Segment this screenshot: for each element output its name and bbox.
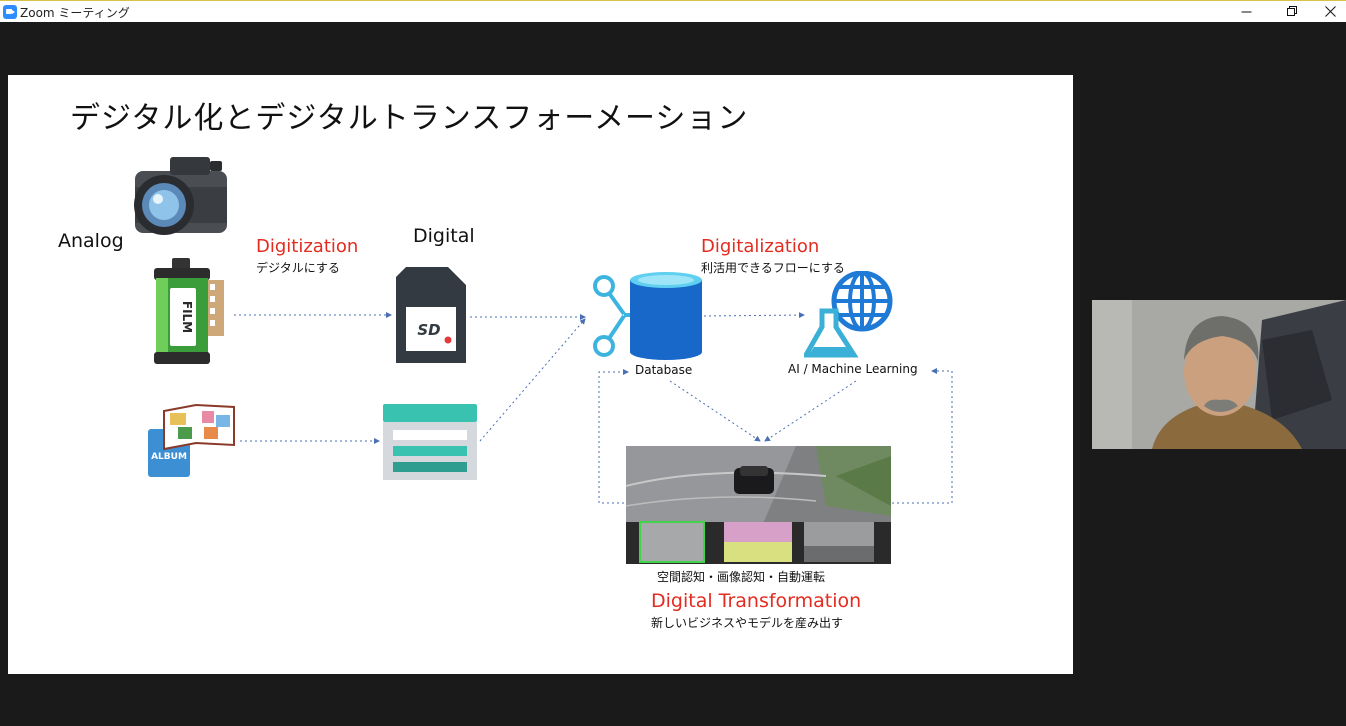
sd-card-icon: SD xyxy=(396,267,466,363)
photo-album-icon: ALBUM xyxy=(148,403,235,477)
digital-transformation-label: Digital Transformation xyxy=(651,590,862,612)
window-titlebar: Zoom ミーティング xyxy=(0,0,1346,22)
shared-screen-slide: デジタル化とデジタルトランスフォーメーション Analog Digital Di… xyxy=(8,75,1073,674)
zoom-app-icon xyxy=(3,5,17,19)
digitalization-label: Digitalization xyxy=(701,236,820,257)
analog-label: Analog xyxy=(58,230,124,252)
close-button[interactable] xyxy=(1315,1,1346,22)
participant-video-tile[interactable] xyxy=(1092,300,1346,449)
close-icon xyxy=(1325,6,1336,17)
video-caption: 空間認知・画像認知・自動運転 xyxy=(657,570,826,584)
storage-drive-icon xyxy=(383,404,477,480)
film-roll-icon: FILM xyxy=(154,258,224,364)
autonomous-driving-video-thumbnail xyxy=(626,446,891,564)
minimize-button[interactable] xyxy=(1223,1,1269,22)
film-label: FILM xyxy=(180,301,194,333)
ai-ml-label: AI / Machine Learning xyxy=(788,362,918,376)
ai-globe-flask-icon xyxy=(804,271,893,358)
camera-icon xyxy=(134,157,227,235)
digitization-label: Digitization xyxy=(256,236,359,257)
album-label: ALBUM xyxy=(151,452,187,462)
window-title: Zoom ミーティング xyxy=(20,6,130,20)
digitization-subtitle: デジタルにする xyxy=(256,261,340,275)
digital-label: Digital xyxy=(413,225,475,247)
participant-video-frame xyxy=(1092,300,1346,449)
database-label: Database xyxy=(635,363,693,377)
digital-transformation-subtitle: 新しいビジネスやモデルを産み出す xyxy=(651,616,844,630)
minimize-icon xyxy=(1241,11,1251,13)
sd-label: SD xyxy=(417,321,440,339)
restore-icon xyxy=(1286,6,1297,16)
restore-button[interactable] xyxy=(1269,1,1315,22)
database-icon xyxy=(593,272,702,360)
